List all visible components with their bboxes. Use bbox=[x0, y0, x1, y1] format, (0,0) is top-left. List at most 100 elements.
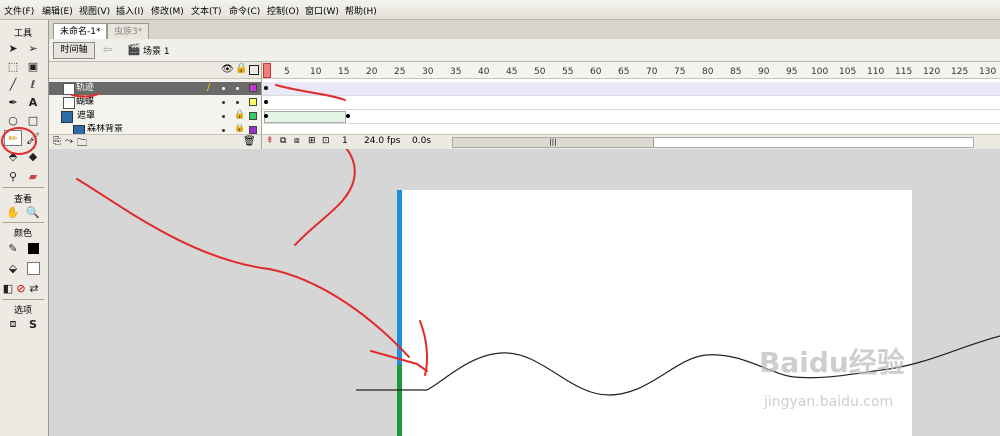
add-guide-layer-icon[interactable]: ⤳ bbox=[65, 136, 73, 147]
stage-area: Baidu经验 jingyan.baidu.com bbox=[49, 149, 1000, 436]
menu-control[interactable]: 控制(O) bbox=[267, 4, 299, 17]
menu-insert[interactable]: 插入(I) bbox=[116, 4, 144, 17]
watermark-url: jingyan.baidu.com bbox=[764, 394, 894, 410]
ink-bottle-icon[interactable]: ⬘ bbox=[4, 148, 22, 164]
center-frame-icon[interactable]: ⇞ bbox=[266, 136, 274, 146]
frame-tick: 5 bbox=[284, 67, 290, 77]
timeline-panel: 👁 🔒 轨迹 / 蝴蝶 遮罩 🔒 森林背景 🔒 ⎘ ⤳ 🗀 🗑 5 10 15 … bbox=[49, 62, 1000, 149]
hand-tool-icon[interactable]: ✋ bbox=[4, 204, 22, 220]
stroke-color-icon[interactable]: ✎ bbox=[4, 240, 22, 256]
frame-grid[interactable]: 5 10 15 20 25 30 35 40 45 50 55 60 65 70… bbox=[262, 62, 1000, 149]
keyframe[interactable] bbox=[264, 114, 268, 118]
scene-name: 场景 1 bbox=[143, 47, 170, 57]
gradient-transform-icon[interactable]: ▣ bbox=[24, 58, 42, 74]
lock-dot[interactable] bbox=[236, 87, 239, 90]
zoom-tool-icon[interactable]: 🔍 bbox=[24, 204, 42, 220]
menu-command[interactable]: 命令(C) bbox=[229, 4, 260, 17]
eye-icon[interactable]: 👁 bbox=[221, 64, 234, 75]
frame-tick: 60 bbox=[590, 67, 602, 77]
black-white-icon[interactable]: ◧ bbox=[2, 280, 14, 296]
lock-dot[interactable] bbox=[236, 101, 239, 104]
doc-tab-active[interactable]: 未命名-1* bbox=[53, 23, 108, 40]
pencil-mode-icon[interactable]: S bbox=[24, 316, 42, 332]
onion-outline-icon[interactable]: ⧈ bbox=[294, 136, 300, 146]
oval-tool-icon[interactable]: ○ bbox=[4, 112, 22, 128]
frame-tick: 35 bbox=[450, 67, 462, 77]
edit-multiple-frames-icon[interactable]: ⊞ bbox=[308, 136, 316, 146]
delete-layer-icon[interactable]: 🗑 bbox=[243, 136, 256, 147]
visible-dot[interactable] bbox=[222, 101, 225, 104]
eyedropper-icon[interactable]: ⚲ bbox=[4, 168, 22, 184]
eraser-icon[interactable]: ▰ bbox=[24, 168, 42, 184]
text-tool-icon[interactable]: A bbox=[24, 94, 42, 110]
visible-dot[interactable] bbox=[222, 129, 225, 132]
frame-tick: 95 bbox=[786, 67, 798, 77]
fill-color-icon[interactable]: ⬙ bbox=[4, 260, 22, 276]
lock-icon[interactable]: 🔒 bbox=[234, 110, 245, 120]
modify-markers-icon[interactable]: ⊡ bbox=[322, 136, 330, 146]
menu-view[interactable]: 视图(V) bbox=[79, 4, 110, 17]
layer-header: 👁 🔒 bbox=[49, 62, 261, 79]
lock-icon[interactable]: 🔒 bbox=[234, 124, 245, 133]
pencil-tool-icon[interactable]: ✏ bbox=[4, 130, 22, 146]
scrollbar-thumb[interactable]: ||| bbox=[453, 138, 654, 147]
onion-skin-icon[interactable]: ⧉ bbox=[280, 136, 286, 146]
layer-color-swatch[interactable] bbox=[249, 112, 257, 120]
layer-row[interactable]: 遮罩 🔒 bbox=[49, 110, 261, 123]
paint-bucket-icon[interactable]: ◆ bbox=[24, 148, 42, 164]
doc-tab[interactable]: 虫族3* bbox=[107, 23, 150, 40]
menu-file[interactable]: 文件(F) bbox=[4, 4, 34, 17]
frame-row[interactable] bbox=[262, 96, 1000, 110]
selection-arrow-icon[interactable]: ➤ bbox=[4, 40, 22, 56]
visible-dot[interactable] bbox=[222, 87, 225, 90]
frame-ruler[interactable]: 5 10 15 20 25 30 35 40 45 50 55 60 65 70… bbox=[262, 62, 1000, 79]
lasso-tool-icon[interactable]: ℓ bbox=[24, 76, 42, 92]
layer-color-swatch[interactable] bbox=[249, 126, 257, 134]
menu-window[interactable]: 窗口(W) bbox=[305, 4, 339, 17]
layer-row[interactable]: 森林背景 🔒 bbox=[49, 124, 261, 134]
free-transform-icon[interactable]: ⬚ bbox=[4, 58, 22, 74]
menu-modify[interactable]: 修改(M) bbox=[151, 4, 184, 17]
playhead[interactable] bbox=[263, 63, 271, 78]
keyframe[interactable] bbox=[264, 86, 268, 90]
frame-row[interactable] bbox=[262, 82, 1000, 96]
keyframe[interactable] bbox=[264, 100, 268, 104]
menu-edit[interactable]: 编辑(E) bbox=[42, 4, 73, 17]
timeline-toggle-button[interactable]: 时间轴 bbox=[53, 42, 95, 59]
menu-help[interactable]: 帮助(H) bbox=[345, 4, 377, 17]
stroke-swatch-icon[interactable] bbox=[24, 240, 42, 256]
object-drawing-icon[interactable]: ⧈ bbox=[4, 316, 22, 332]
line-tool-icon[interactable]: ╱ bbox=[4, 76, 22, 92]
layer-name[interactable]: 轨迹 bbox=[76, 82, 94, 95]
outline-icon[interactable] bbox=[249, 65, 259, 75]
layer-row[interactable]: 蝴蝶 bbox=[49, 96, 261, 109]
frame-row[interactable] bbox=[262, 110, 1000, 124]
no-color-icon[interactable]: ⊘ bbox=[15, 280, 27, 296]
layer-color-swatch[interactable] bbox=[249, 84, 257, 92]
layer-name[interactable]: 森林背景 bbox=[87, 124, 123, 134]
annotation-arrowhead bbox=[370, 350, 428, 372]
back-arrow-icon[interactable]: ⇦ bbox=[103, 43, 112, 56]
toolbox-title: 工具 bbox=[13, 29, 32, 39]
keyframe[interactable] bbox=[346, 114, 350, 118]
frame-span[interactable] bbox=[264, 111, 346, 123]
annotation-curve-to-timeline bbox=[294, 149, 356, 246]
layer-row[interactable]: 轨迹 / bbox=[49, 82, 261, 95]
subselection-arrow-icon[interactable]: ➢ bbox=[24, 40, 42, 56]
visible-dot[interactable] bbox=[222, 115, 225, 118]
frame-tick: 130 bbox=[979, 67, 997, 77]
elapsed-time: 0.0s bbox=[412, 136, 432, 146]
pen-tool-icon[interactable]: ✒ bbox=[4, 94, 22, 110]
lock-icon[interactable]: 🔒 bbox=[235, 63, 247, 74]
menu-text[interactable]: 文本(T) bbox=[191, 4, 222, 17]
layer-color-swatch[interactable] bbox=[249, 98, 257, 106]
masked-layer-icon bbox=[73, 125, 85, 134]
brush-tool-icon[interactable]: 🖌 bbox=[24, 130, 42, 146]
timeline-scrollbar[interactable]: ||| bbox=[452, 137, 974, 148]
swap-colors-icon[interactable]: ⇄ bbox=[28, 280, 40, 296]
add-layer-icon[interactable]: ⎘ bbox=[53, 136, 61, 147]
fill-swatch-icon[interactable] bbox=[24, 260, 42, 276]
layer-name[interactable]: 蝴蝶 bbox=[76, 96, 94, 109]
rectangle-tool-icon[interactable]: □ bbox=[24, 112, 42, 128]
layer-name[interactable]: 遮罩 bbox=[77, 110, 95, 123]
